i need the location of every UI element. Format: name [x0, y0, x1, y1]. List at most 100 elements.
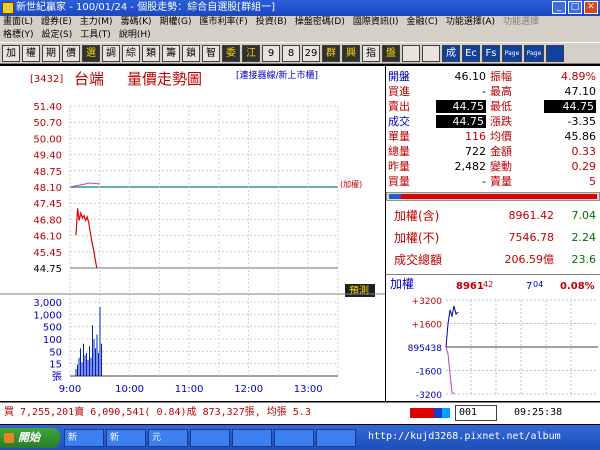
quote-value: 46.10 — [454, 70, 487, 83]
time-tick-label: 10:00 — [115, 384, 144, 395]
menu2-item[interactable]: 工具(T) — [80, 29, 111, 42]
status-indicator — [410, 408, 450, 418]
quote-value: 0.33 — [571, 145, 597, 158]
toolbar-button[interactable]: 類 — [142, 45, 160, 62]
menu1-item[interactable]: 投資(B) — [256, 16, 287, 29]
price-tick-label: 50.70 — [33, 118, 62, 129]
quote-label: 總量 — [388, 145, 410, 158]
menu1-item[interactable]: 金融(C) — [407, 16, 438, 29]
menu1-item[interactable]: 籌碼(K) — [121, 16, 152, 29]
menu2-item[interactable]: 設定(S) — [42, 29, 73, 42]
quote-label: 單量 — [388, 130, 410, 143]
menu1-item[interactable]: 主力(M) — [80, 16, 113, 29]
minimize-button[interactable]: _ — [552, 1, 566, 14]
toolbar-button[interactable] — [546, 45, 564, 62]
toolbar-button[interactable] — [402, 45, 420, 62]
toolbar-button[interactable] — [422, 45, 440, 62]
taskbar-item[interactable]: 新 — [64, 429, 104, 447]
toolbar-button[interactable]: 指 — [362, 45, 380, 62]
time-tick-label: 12:00 — [234, 384, 263, 395]
toolbar-button[interactable]: 籌 — [162, 45, 180, 62]
toolbar-button[interactable]: 智 — [202, 45, 220, 62]
toolbar-button[interactable]: Ec — [462, 45, 480, 62]
price-volume-chart[interactable]: [3432] 台端 量價走勢圖 [連接器線/新上市櫃] (加權) 預測 51.4… — [0, 66, 385, 401]
menu1-item[interactable]: 期權(G) — [160, 16, 192, 29]
toolbar-button[interactable]: 盤 — [382, 45, 400, 62]
toolbar-button[interactable]: 成 — [442, 45, 460, 62]
menu1-item[interactable]: 匯市利率(F) — [200, 16, 248, 29]
toolbar-button[interactable]: 群 — [322, 45, 340, 62]
toolbar-button[interactable]: 權 — [22, 45, 40, 62]
menu2-item[interactable]: 格標(Y) — [3, 29, 34, 42]
app-window: 新世紀贏家 - 100/01/24 - 個股走勢：綜合自選股[群組一] _ □ … — [0, 0, 600, 450]
mini-tick-label: -1600 — [416, 368, 442, 378]
quote-label: 金額 — [490, 145, 512, 158]
quote-label: 成交 — [388, 115, 410, 128]
toolbar-button[interactable]: 鎖 — [182, 45, 200, 62]
price-tick-label: 46.10 — [33, 232, 62, 243]
quote-label: 振幅 — [490, 70, 512, 83]
title-bar: 新世紀贏家 - 100/01/24 - 個股走勢：綜合自選股[群組一] _ □ … — [0, 0, 600, 16]
volume-tick-label: 張 — [52, 371, 62, 383]
taskbar-item[interactable]: 新 — [106, 429, 146, 447]
status-bar: 買 7,255,201賣 6,090,541( 0.84)成 873,327張,… — [0, 402, 600, 424]
menu1-item[interactable]: 功能選擇 — [503, 16, 539, 29]
menu2-item[interactable]: 說明(H) — [119, 29, 151, 42]
price-tick-label: 46.80 — [33, 215, 62, 226]
taskbar-item[interactable] — [316, 429, 356, 447]
industry-tag: [連接器線/新上市櫃] — [236, 69, 318, 81]
mini-index-chart: +3200 +1600 895438 -1600 -3200 — [408, 297, 598, 401]
toolbar-button[interactable]: 加 — [2, 45, 20, 62]
toolbar-button[interactable]: 價 — [62, 45, 80, 62]
taskbar-item[interactable] — [274, 429, 314, 447]
price-tick-label: 50.00 — [33, 134, 62, 145]
toolbar-button[interactable]: 調 — [102, 45, 120, 62]
maximize-button[interactable]: □ — [568, 1, 582, 14]
taskbar: 開始 新新元 http://kujd3268.pixnet.net/album — [0, 425, 600, 450]
mini-tick-label: +3200 — [412, 297, 443, 307]
toolbar-button[interactable]: 9 — [262, 45, 280, 62]
toolbar-button[interactable]: Fs — [482, 45, 500, 62]
toolbar-button[interactable]: 江 — [242, 45, 260, 62]
volume-tick-label: 1,000 — [33, 310, 62, 321]
stock-input-field[interactable]: 001 — [455, 405, 497, 421]
mini-chart-panel: 加權 8961 42 7 04 0.08% +3200 +1600 895438 -1… — [386, 274, 600, 401]
window-title: 新世紀贏家 - 100/01/24 - 個股走勢：綜合自選股[群組一] — [16, 2, 276, 13]
toolbar-button[interactable]: Page — [502, 45, 522, 62]
quote-panel: 開盤 46.10 振幅 4.89% 買進 - 最高 47.10 賣出 44.75 最低 44.75 成交… — [386, 66, 600, 401]
index-value: 7546.78 — [508, 231, 555, 244]
quote-label: 均價 — [490, 130, 512, 143]
volume-tick-label: 100 — [43, 335, 62, 346]
toolbar-button[interactable]: 8 — [282, 45, 300, 62]
menu1-item[interactable]: 國際資訊(I) — [353, 16, 399, 29]
quote-value: 722 — [465, 145, 486, 158]
menu1-item[interactable]: 操盤密碼(D) — [295, 16, 345, 29]
toolbar-button[interactable]: 興 — [342, 45, 360, 62]
menu1-item[interactable]: 畫面(L) — [3, 16, 33, 29]
toolbar-button[interactable]: Page — [524, 45, 544, 62]
toolbar-button[interactable]: 期 — [42, 45, 60, 62]
quote-value: 45.86 — [564, 130, 597, 143]
quote-value: - — [482, 175, 486, 188]
menu1-item[interactable]: 功能選擇(A) — [446, 16, 495, 29]
app-icon — [2, 2, 14, 14]
close-button[interactable]: ✕ — [584, 1, 598, 14]
toolbar-button[interactable]: 綜 — [122, 45, 140, 62]
taskbar-item[interactable] — [232, 429, 272, 447]
toolbar-button[interactable]: 29 — [302, 45, 320, 62]
quote-label: 開盤 — [388, 70, 410, 83]
quote-value: 44.75 — [436, 100, 486, 113]
taskbar-item[interactable] — [190, 429, 230, 447]
quote-label: 賣出 — [388, 100, 410, 113]
watermark-url: http://kujd3268.pixnet.net/album — [368, 431, 561, 442]
quote-value: 2,482 — [454, 160, 487, 173]
quote-label: 漲跌 — [490, 115, 512, 128]
taskbar-item[interactable]: 元 — [148, 429, 188, 447]
toolbar-button[interactable]: 選 — [82, 45, 100, 62]
price-tick-label: 48.75 — [33, 167, 62, 178]
toolbar-button[interactable]: 委 — [222, 45, 240, 62]
start-button[interactable]: 開始 — [0, 428, 60, 448]
menu1-item[interactable]: 證券(E) — [41, 16, 72, 29]
quote-value: 44.75 — [436, 115, 486, 128]
forecast-badge[interactable]: 預測 — [349, 284, 369, 297]
